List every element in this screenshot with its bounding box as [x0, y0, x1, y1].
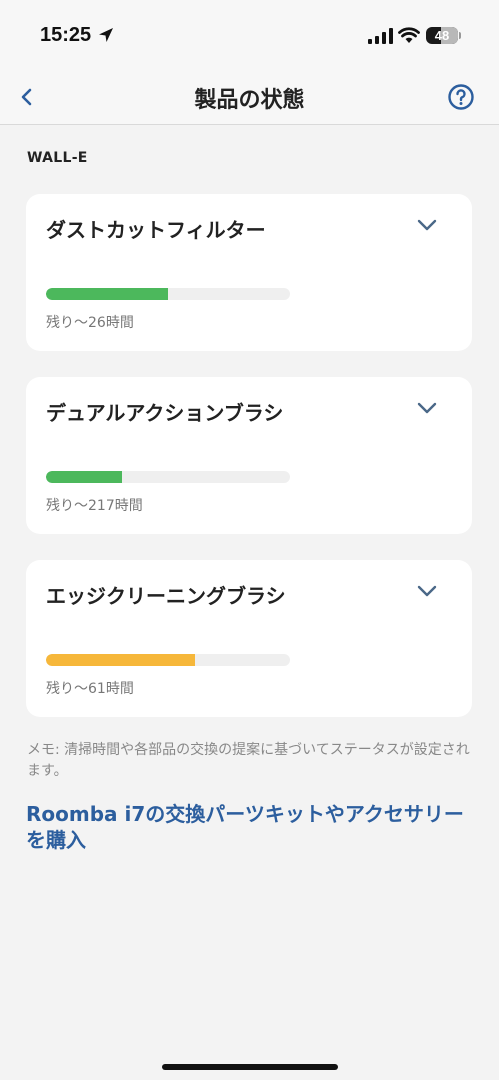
nav-bar: 製品の状態: [0, 72, 499, 125]
progress-fill: [46, 471, 122, 483]
status-time: 15:25: [40, 24, 92, 46]
battery-text: 48: [434, 28, 450, 43]
wifi-icon: [398, 27, 420, 43]
buy-parts-link[interactable]: Roomba i7の交換パーツキットやアクセサリーを購入: [26, 801, 474, 853]
help-question-icon[interactable]: [447, 83, 475, 111]
part-card-edge-brush[interactable]: エッジクリーニングブラシ 残り〜61時間: [26, 560, 472, 717]
battery-tip: [459, 32, 461, 39]
status-bar: 15:25 48: [0, 0, 499, 72]
remaining-time: 残り〜26時間: [46, 315, 134, 331]
remaining-time: 残り〜217時間: [46, 498, 143, 514]
device-name: WALL-E: [27, 150, 88, 166]
status-note: メモ: 清掃時間や各部品の交換の提案に基づいてステータスが設定されます。: [27, 742, 470, 779]
part-name: ダストカットフィルター: [46, 218, 266, 242]
cellular-signal-icon: [368, 28, 393, 44]
progress-fill: [46, 654, 195, 666]
progress-track: [46, 654, 290, 666]
remaining-time: 残り〜61時間: [46, 681, 134, 697]
home-indicator[interactable]: [162, 1064, 338, 1070]
part-name: デュアルアクションブラシ: [46, 401, 284, 425]
part-card-dust-filter[interactable]: ダストカットフィルター 残り〜26時間: [26, 194, 472, 351]
progress-track: [46, 288, 290, 300]
part-card-dual-action-brush[interactable]: デュアルアクションブラシ 残り〜217時間: [26, 377, 472, 534]
page-title: 製品の状態: [194, 88, 305, 113]
location-arrow-icon: [99, 28, 113, 42]
chevron-down-icon[interactable]: [416, 584, 438, 598]
progress-track: [46, 471, 290, 483]
chevron-down-icon[interactable]: [416, 218, 438, 232]
chevron-down-icon[interactable]: [416, 401, 438, 415]
battery-icon: 48: [426, 27, 458, 44]
part-name: エッジクリーニングブラシ: [46, 584, 286, 608]
progress-fill: [46, 288, 168, 300]
